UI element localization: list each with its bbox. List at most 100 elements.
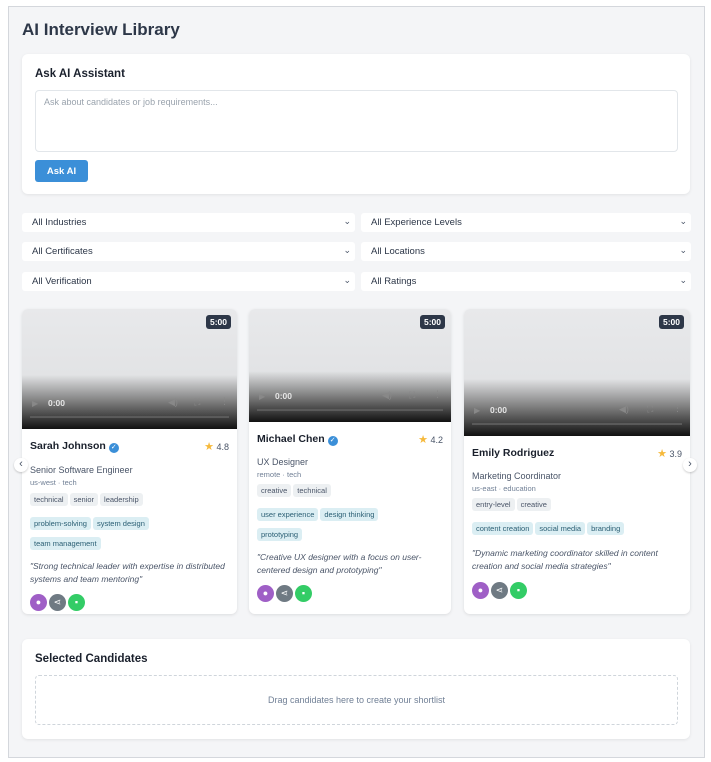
skill-tag-row: prototyping (257, 528, 445, 541)
candidate-name-row: Sarah Johnson ✓ (30, 440, 119, 453)
tag: entry-level (472, 498, 515, 511)
star-icon: ★ (418, 434, 428, 446)
candidate-role: UX Designer (257, 457, 309, 467)
play-icon[interactable]: ▶ (474, 406, 480, 415)
chat-icon[interactable]: ▪ (68, 594, 85, 611)
tag: creative (516, 498, 551, 511)
skill-tag: problem-solving (30, 517, 91, 530)
candidate-rating: ★ 3.9 (657, 447, 682, 460)
verified-check-icon: ✓ (108, 443, 119, 453)
skill-tag-row: problem-solving system design (30, 517, 231, 530)
location-filter-select[interactable]: All Locations ⌄ (361, 242, 691, 261)
tag-row: entry-level creative (472, 498, 684, 511)
carousel-prev-button[interactable]: ‹ (14, 458, 28, 472)
rating-value: 3.9 (669, 449, 682, 459)
play-icon[interactable]: ▶ (32, 399, 38, 408)
candidate-name: Michael Chen (257, 433, 325, 445)
video-progress-bar[interactable] (472, 423, 682, 425)
chat-icon[interactable]: ▪ (510, 582, 527, 599)
video-controls: ▶ 0:00 ◀) ⛶ ⋮ (22, 389, 237, 429)
more-options-icon[interactable]: ⋮ (220, 396, 229, 407)
experience-filter-value: All Experience Levels (371, 217, 462, 228)
tag-row: creative technical (257, 484, 445, 497)
ai-assistant-panel: Ask AI Assistant Ask AI (22, 54, 690, 194)
verification-filter-value: All Verification (32, 276, 92, 287)
experience-filter-select[interactable]: All Experience Levels ⌄ (361, 213, 691, 232)
shortlist-drop-zone[interactable]: Drag candidates here to create your shor… (35, 675, 678, 725)
candidate-meta: remote · tech (257, 470, 302, 479)
candidate-role: Marketing Coordinator (472, 471, 562, 481)
app-frame: AI Interview Library Ask AI Assistant As… (8, 6, 705, 758)
skill-tag: social media (535, 522, 586, 535)
skill-tag-row: content creation social media branding (472, 522, 684, 535)
skill-tag-row: team management (30, 537, 231, 550)
star-icon: ★ (657, 448, 667, 460)
verified-check-icon: ✓ (327, 436, 338, 446)
rating-filter-value: All Ratings (371, 276, 417, 287)
fullscreen-icon[interactable]: ⛶ (647, 404, 653, 415)
candidate-card[interactable]: 5:00 ▶ 0:00 ◀) ⛶ ⋮ Sarah Johnson ✓ ★ 4.8 … (22, 309, 237, 614)
chevron-down-icon: ⌄ (343, 216, 351, 226)
skill-tag-row: user experience design thinking (257, 508, 445, 521)
fullscreen-icon[interactable]: ⛶ (194, 397, 200, 408)
video-player[interactable]: 5:00 ▶ 0:00 ◀) ⛶ ⋮ (249, 309, 451, 422)
certificate-filter-select[interactable]: All Certificates ⌄ (22, 242, 355, 261)
video-current-time: 0:00 (490, 405, 508, 415)
video-player[interactable]: 5:00 ▶ 0:00 ◀) ⛶ ⋮ (22, 309, 237, 429)
rating-value: 4.2 (430, 435, 443, 445)
skill-tag: system design (92, 517, 149, 530)
selected-candidates-panel: Selected Candidates Drag candidates here… (22, 639, 690, 739)
share-icon[interactable]: ⋖ (276, 585, 293, 602)
candidate-card[interactable]: 5:00 ▶ 0:00 ◀) ⛶ ⋮ Michael Chen ✓ ★ 4.2 U… (249, 309, 451, 614)
video-progress-bar[interactable] (30, 416, 229, 418)
rating-value: 4.8 (216, 442, 229, 452)
user-icon[interactable]: ● (257, 585, 274, 602)
tag-row: technical senior leadership (30, 493, 231, 506)
candidate-card[interactable]: 5:00 ▶ 0:00 ◀) ⛶ ⋮ Emily Rodriguez ★ 3.9… (464, 309, 690, 614)
candidate-name-row: Emily Rodriguez (472, 447, 554, 459)
chevron-down-icon: ⌄ (343, 275, 351, 285)
chat-icon[interactable]: ▪ (295, 585, 312, 602)
skill-tag: design thinking (320, 508, 379, 521)
industry-filter-select[interactable]: All Industries ⌄ (22, 213, 355, 232)
chevron-down-icon: ⌄ (679, 216, 687, 226)
video-player[interactable]: 5:00 ▶ 0:00 ◀) ⛶ ⋮ (464, 309, 690, 436)
candidate-meta: us-east · education (472, 484, 536, 493)
more-options-icon[interactable]: ⋮ (673, 403, 682, 414)
tag: technical (30, 493, 68, 506)
video-duration-badge: 5:00 (205, 315, 231, 329)
carousel-next-button[interactable]: › (683, 458, 697, 472)
skill-tag: user experience (257, 508, 319, 521)
volume-icon[interactable]: ◀) (168, 397, 178, 408)
play-icon[interactable]: ▶ (259, 392, 265, 401)
video-controls: ▶ 0:00 ◀) ⛶ ⋮ (249, 382, 451, 422)
candidate-summary: "Creative UX designer with a focus on us… (257, 552, 422, 575)
selected-candidates-title: Selected Candidates (35, 653, 148, 665)
ai-question-input[interactable] (35, 90, 678, 152)
skill-tag: prototyping (257, 528, 303, 541)
share-icon[interactable]: ⋖ (491, 582, 508, 599)
chevron-down-icon: ⌄ (343, 245, 351, 255)
tag: leadership (100, 493, 143, 506)
skill-tag: branding (587, 522, 625, 535)
chevron-down-icon: ⌄ (679, 275, 687, 285)
page-title: AI Interview Library (22, 20, 180, 39)
rating-filter-select[interactable]: All Ratings ⌄ (361, 272, 691, 291)
skill-tag: team management (30, 537, 101, 550)
star-icon: ★ (204, 441, 214, 453)
card-actions: ● ⋖ ▪ (257, 585, 314, 602)
volume-icon[interactable]: ◀) (619, 404, 629, 415)
video-current-time: 0:00 (275, 391, 293, 401)
card-actions: ● ⋖ ▪ (472, 582, 529, 599)
user-icon[interactable]: ● (472, 582, 489, 599)
fullscreen-icon[interactable]: ⛶ (409, 390, 415, 401)
more-options-icon[interactable]: ⋮ (433, 389, 442, 400)
candidate-rating: ★ 4.8 (204, 440, 229, 453)
verification-filter-select[interactable]: All Verification ⌄ (22, 272, 355, 291)
user-icon[interactable]: ● (30, 594, 47, 611)
candidate-role: Senior Software Engineer (30, 465, 133, 475)
ask-ai-button[interactable]: Ask AI (35, 160, 88, 182)
volume-icon[interactable]: ◀) (382, 390, 392, 401)
share-icon[interactable]: ⋖ (49, 594, 66, 611)
video-progress-bar[interactable] (257, 409, 443, 411)
